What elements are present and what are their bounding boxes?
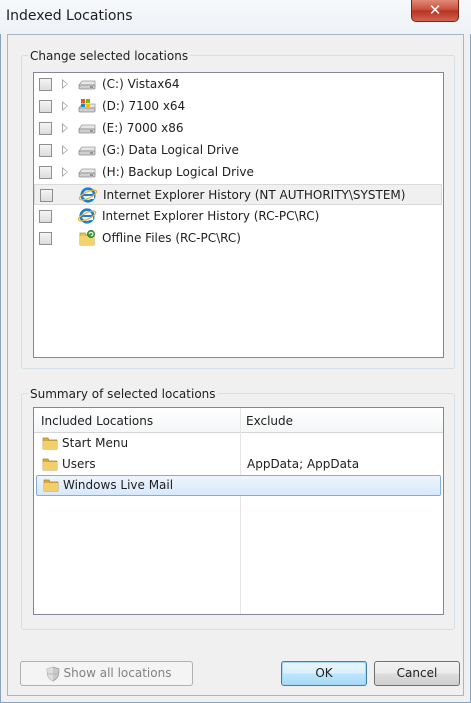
summary-row[interactable]: Users AppData; AppData bbox=[34, 454, 441, 475]
location-label: Internet Explorer History (RC-PC\RC) bbox=[102, 209, 320, 223]
drive-icon bbox=[77, 142, 97, 158]
uac-shield-icon bbox=[46, 666, 60, 682]
summary-list-header: Included Locations Exclude bbox=[34, 408, 443, 433]
location-row[interactable]: (E:) 7000 x86 bbox=[34, 118, 441, 139]
location-row[interactable]: Offline Files (RC-PC\RC) bbox=[34, 228, 441, 249]
cancel-button-label: Cancel bbox=[396, 666, 438, 680]
location-label: Internet Explorer History (NT AUTHORITY\… bbox=[103, 188, 406, 202]
location-row[interactable]: (C:) Vistax64 bbox=[34, 74, 441, 95]
location-label: Offline Files (RC-PC\RC) bbox=[102, 231, 241, 245]
folder-icon bbox=[43, 478, 59, 492]
expand-arrow-icon[interactable] bbox=[62, 145, 68, 155]
expand-arrow-icon[interactable] bbox=[62, 123, 68, 133]
show-all-locations-label: Show all locations bbox=[63, 666, 172, 680]
folder-icon bbox=[42, 436, 58, 450]
windows-drive-icon bbox=[77, 98, 97, 114]
location-row[interactable]: Internet Explorer History (NT AUTHORITY\… bbox=[34, 184, 442, 205]
ok-button-label: OK bbox=[315, 666, 333, 680]
folder-icon bbox=[42, 457, 58, 471]
location-row[interactable]: (H:) Backup Logical Drive bbox=[34, 162, 441, 183]
exclude-cell: AppData; AppData bbox=[247, 457, 360, 471]
included-location-cell: Users bbox=[62, 457, 96, 471]
location-checkbox[interactable] bbox=[39, 210, 52, 223]
summary-row[interactable]: Windows Live Mail bbox=[36, 475, 441, 496]
location-row[interactable]: (G:) Data Logical Drive bbox=[34, 140, 441, 161]
offline-files-icon bbox=[77, 230, 97, 246]
title-bar: Indexed Locations ✕ bbox=[0, 0, 471, 34]
drive-icon bbox=[77, 164, 97, 180]
internet-explorer-icon bbox=[78, 187, 98, 203]
included-location-cell: Start Menu bbox=[62, 436, 129, 450]
close-button[interactable]: ✕ bbox=[411, 0, 459, 22]
location-checkbox[interactable] bbox=[39, 78, 52, 91]
summary-row[interactable]: Start Menu bbox=[34, 433, 441, 454]
location-checkbox[interactable] bbox=[39, 122, 52, 135]
expand-arrow-icon[interactable] bbox=[62, 101, 68, 111]
window-title: Indexed Locations bbox=[6, 8, 133, 24]
location-checkbox[interactable] bbox=[39, 144, 52, 157]
column-header-exclude[interactable]: Exclude bbox=[246, 414, 293, 428]
cancel-button[interactable]: Cancel bbox=[374, 661, 460, 686]
location-checkbox[interactable] bbox=[40, 189, 53, 202]
location-label: (D:) 7100 x64 bbox=[102, 99, 186, 113]
internet-explorer-icon bbox=[77, 208, 97, 224]
expand-arrow-icon[interactable] bbox=[62, 167, 68, 177]
location-label: (C:) Vistax64 bbox=[102, 77, 180, 91]
location-checkbox[interactable] bbox=[39, 232, 52, 245]
location-checkbox[interactable] bbox=[39, 166, 52, 179]
location-label: (G:) Data Logical Drive bbox=[102, 143, 239, 157]
locations-tree[interactable]: (C:) Vistax64 (D:) 7100 x64 (E:) 7000 x86 (… bbox=[33, 72, 444, 358]
ok-button[interactable]: OK bbox=[281, 661, 367, 686]
indexed-locations-window: Indexed Locations ✕ Change selected loca… bbox=[0, 0, 471, 703]
location-row[interactable]: (D:) 7100 x64 bbox=[34, 96, 441, 117]
location-label: (H:) Backup Logical Drive bbox=[102, 165, 254, 179]
show-all-locations-button[interactable]: Show all locations bbox=[20, 661, 193, 686]
column-header-included-locations[interactable]: Included Locations bbox=[41, 414, 153, 428]
summary-group-label: Summary of selected locations bbox=[28, 387, 218, 401]
drive-icon bbox=[77, 76, 97, 92]
expand-arrow-icon[interactable] bbox=[62, 79, 68, 89]
location-row[interactable]: Internet Explorer History (RC-PC\RC) bbox=[34, 206, 441, 227]
change-locations-group-label: Change selected locations bbox=[28, 49, 191, 63]
location-label: (E:) 7000 x86 bbox=[102, 121, 184, 135]
summary-list[interactable]: Included Locations Exclude Start Menu Use… bbox=[33, 407, 444, 615]
close-icon: ✕ bbox=[428, 1, 442, 19]
included-location-cell: Windows Live Mail bbox=[63, 478, 174, 492]
location-checkbox[interactable] bbox=[39, 100, 52, 113]
drive-icon bbox=[77, 120, 97, 136]
